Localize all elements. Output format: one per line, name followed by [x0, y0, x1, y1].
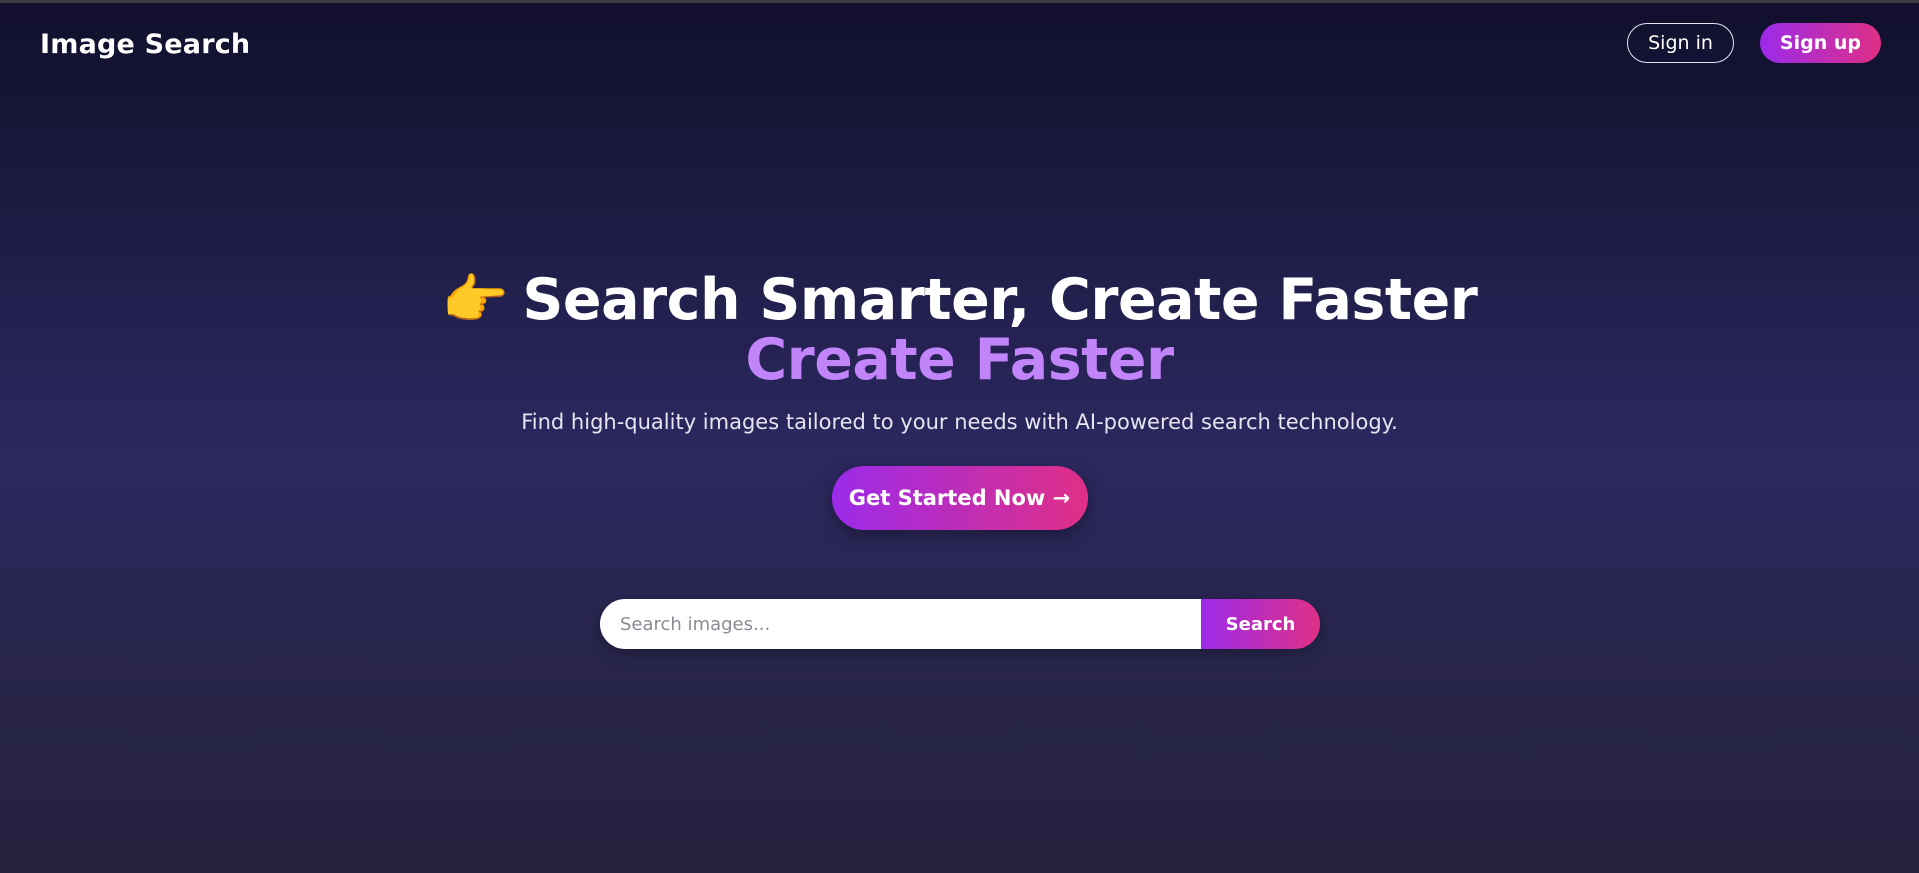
cta-container: Get Started Now → — [0, 466, 1919, 530]
hero-subtitle: Find high-quality images tailored to you… — [521, 410, 1398, 434]
nav-actions: Sign in Sign up — [1627, 23, 1881, 63]
pointing-hand-icon: 👉 — [441, 268, 509, 331]
hero-section: 👉 Search Smarter, Create Faster Create Fa… — [0, 270, 1919, 530]
sign-up-button[interactable]: Sign up — [1759, 23, 1881, 63]
navbar: Image Search Sign in Sign up — [0, 3, 1919, 87]
sign-in-button[interactable]: Sign in — [1627, 23, 1734, 63]
search-input[interactable] — [600, 599, 1201, 649]
hero-headline-accent: Create Faster — [745, 327, 1174, 393]
hero-headline: 👉 Search Smarter, Create Faster — [0, 267, 1919, 333]
get-started-button[interactable]: Get Started Now → — [831, 466, 1088, 530]
brand-logo[interactable]: Image Search — [40, 29, 250, 60]
hero-headline-text: Search Smarter, Create Faster — [522, 267, 1478, 333]
search-bar: Search — [600, 599, 1320, 649]
search-button[interactable]: Search — [1201, 599, 1320, 649]
